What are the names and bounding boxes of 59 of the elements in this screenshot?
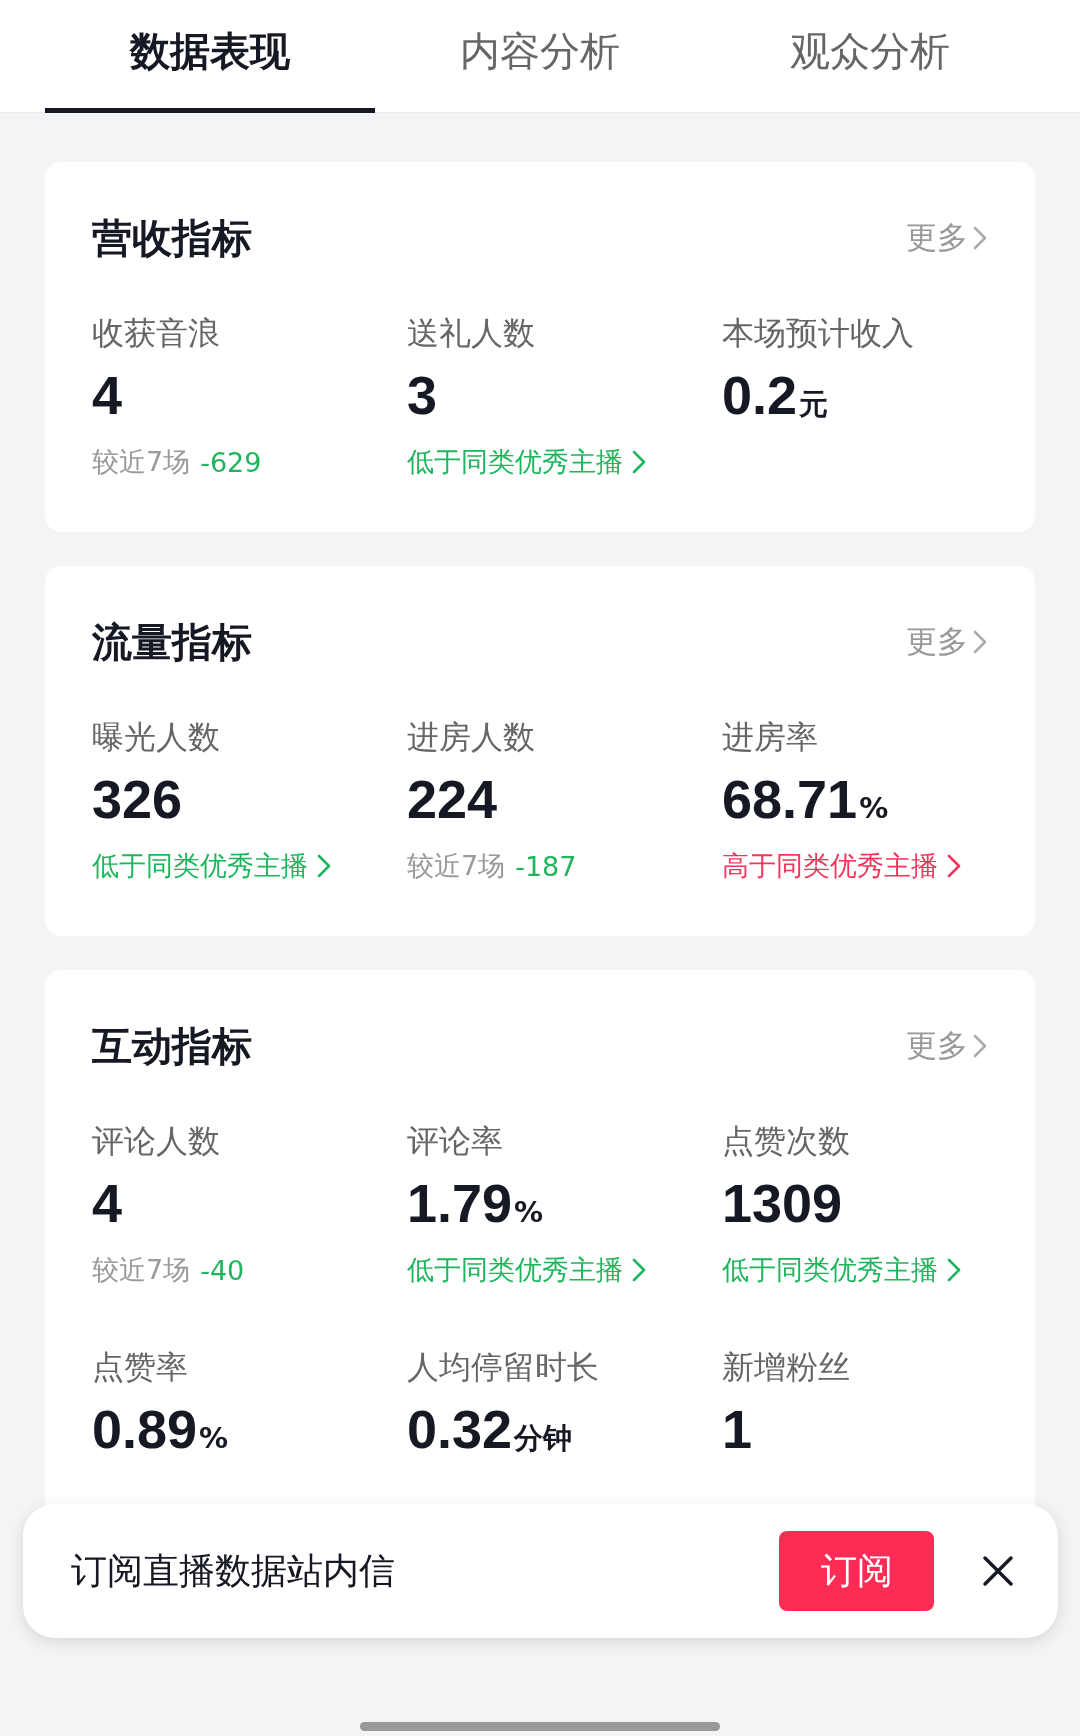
metric-label: 评论率 [407, 1121, 504, 1162]
metric-label: 进房率 [722, 717, 819, 758]
metric-value: 3 [407, 365, 438, 425]
metric-label: 人均停留时长 [407, 1347, 600, 1388]
metric-unit: % [859, 790, 889, 827]
metric-label: 本场预计收入 [722, 313, 915, 354]
metric-unit: % [199, 1420, 229, 1457]
metric-value: 224 [407, 769, 498, 829]
metric-value: 1 [722, 1399, 753, 1459]
chevron-icon [631, 1257, 647, 1283]
metric-value: 0.2 [722, 365, 798, 425]
benchmark-link[interactable]: 高于同类优秀主播 [722, 848, 962, 884]
metric-label: 进房人数 [407, 717, 536, 758]
compare-label: 较近7场 [407, 849, 506, 883]
benchmark-link[interactable]: 低于同类优秀主播 [407, 1252, 647, 1288]
chevron-icon [972, 1033, 988, 1059]
subscribe-button[interactable]: 订阅 [779, 1531, 934, 1611]
change-value: -40 [200, 1254, 245, 1286]
metric-value: 4 [92, 1173, 123, 1233]
tab[interactable]: 数据表现 [45, 0, 375, 112]
banner-text: 订阅直播数据站内信 [71, 1548, 396, 1593]
metric-label: 新增粉丝 [722, 1347, 851, 1388]
section-title: 流量指标 [92, 617, 252, 667]
chevron-icon [946, 1257, 962, 1283]
metric-value: 1.79 [407, 1173, 513, 1233]
more-link[interactable]: 更多 [906, 621, 988, 663]
tab[interactable]: 观众分析 [705, 0, 1035, 112]
metric-label: 曝光人数 [92, 717, 221, 758]
more-link[interactable]: 更多 [906, 1025, 988, 1067]
section-title: 互动指标 [92, 1021, 252, 1071]
metric-value: 326 [92, 769, 183, 829]
metric-label: 点赞率 [92, 1347, 189, 1388]
chevron-icon [946, 853, 962, 879]
metric-unit: 元 [799, 386, 829, 423]
chevron-icon [316, 853, 332, 879]
metric-label: 收获音浪 [92, 313, 221, 354]
chevron-icon [631, 449, 647, 475]
tab[interactable]: 内容分析 [375, 0, 705, 112]
chevron-icon [972, 629, 988, 655]
metric-value: 68.71 [722, 769, 858, 829]
compare-label: 较近7场 [92, 1253, 191, 1287]
metric-value: 0.89 [92, 1399, 198, 1459]
metric-value: 0.32 [407, 1399, 513, 1459]
compare-label: 较近7场 [92, 445, 191, 479]
benchmark-link[interactable]: 低于同类优秀主播 [407, 444, 647, 480]
metric-label: 送礼人数 [407, 313, 536, 354]
benchmark-link[interactable]: 低于同类优秀主播 [92, 848, 332, 884]
metric-label: 点赞次数 [722, 1121, 851, 1162]
more-link[interactable]: 更多 [906, 217, 988, 259]
change-value: -187 [515, 850, 577, 882]
metric-value: 4 [92, 365, 123, 425]
change-value: -629 [200, 446, 262, 478]
chevron-icon [972, 225, 988, 251]
metric-value: 1309 [722, 1173, 843, 1233]
metric-label: 评论人数 [92, 1121, 221, 1162]
benchmark-link[interactable]: 低于同类优秀主播 [722, 1252, 962, 1288]
metric-unit: % [514, 1194, 544, 1231]
section-title: 营收指标 [92, 213, 252, 263]
metric-unit: 分钟 [514, 1420, 573, 1457]
